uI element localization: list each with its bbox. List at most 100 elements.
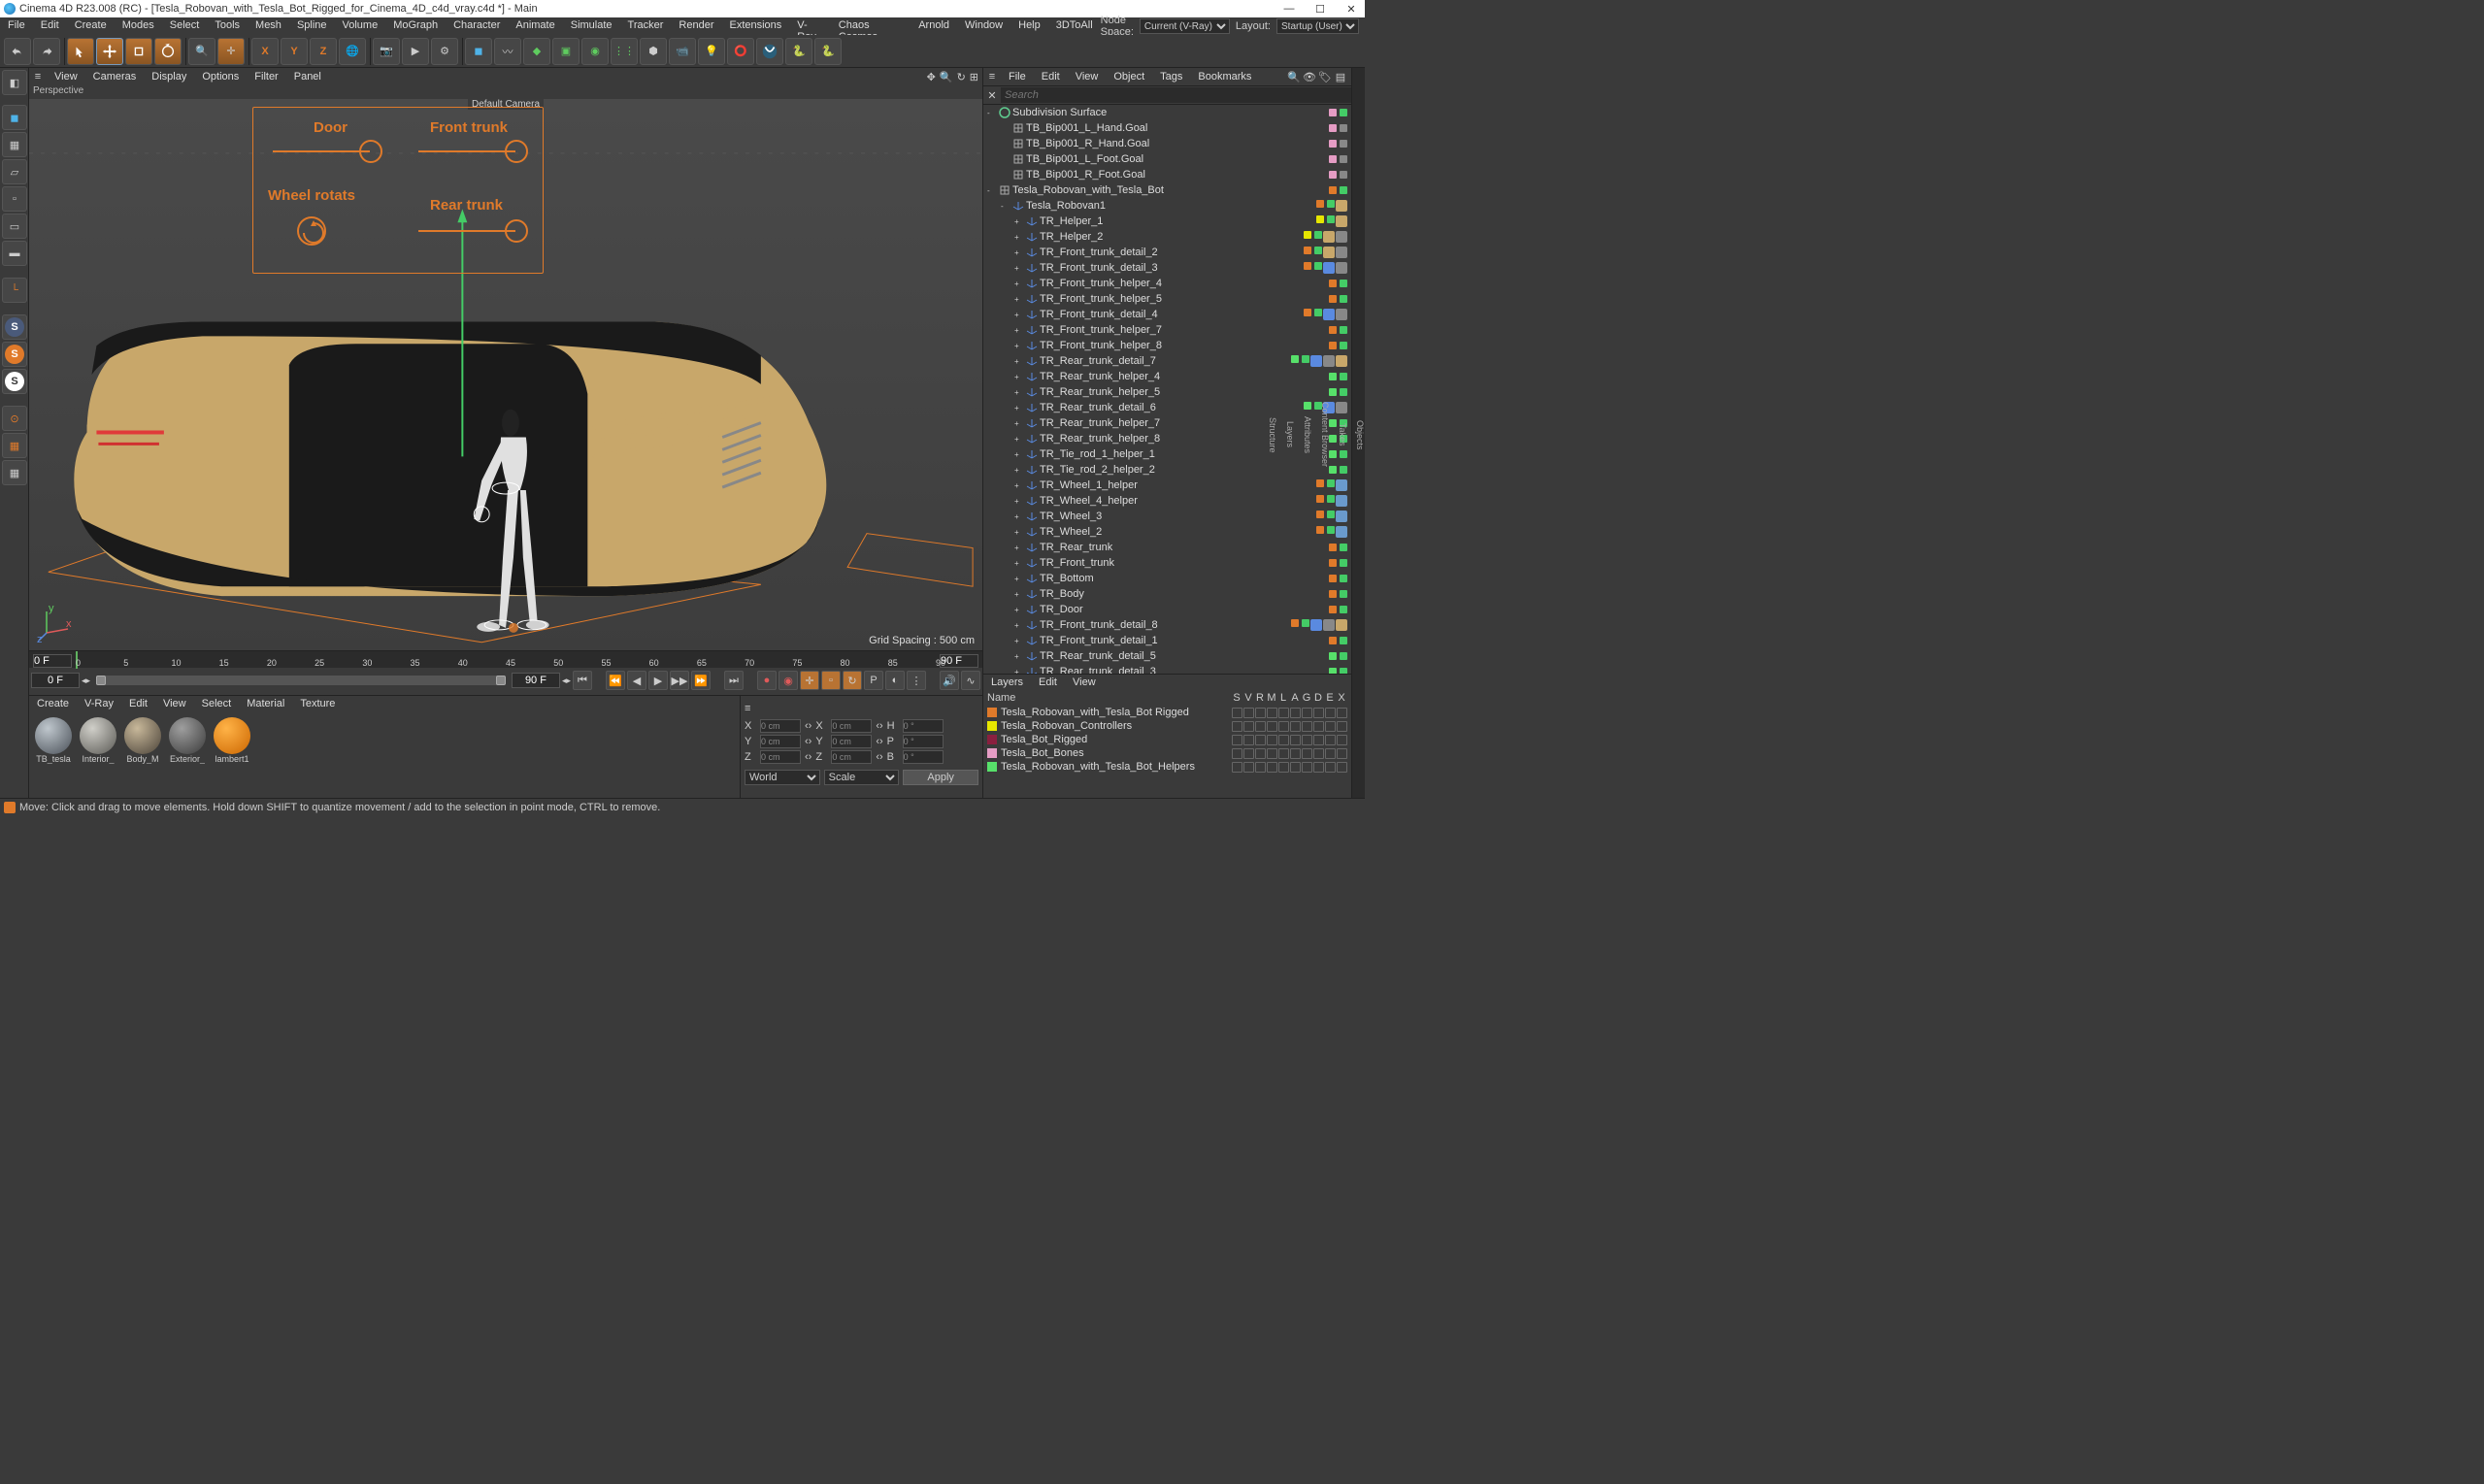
expand-toggle[interactable]: + xyxy=(1014,419,1024,428)
edges-mode-button[interactable]: ▭ xyxy=(2,214,27,239)
rotate-button[interactable] xyxy=(154,38,182,65)
expand-toggle[interactable]: - xyxy=(987,109,997,117)
script-button[interactable]: 🐍 xyxy=(785,38,812,65)
key-scale-button[interactable]: ▫ xyxy=(821,671,841,690)
viewport-menu-icon[interactable]: ≡ xyxy=(29,71,47,82)
object-TR_Helper_1[interactable]: +TR_Helper_1 xyxy=(983,214,1351,229)
expand-toggle[interactable]: + xyxy=(1014,544,1024,552)
polygons-mode-button[interactable]: ▬ xyxy=(2,241,27,266)
layer-dot[interactable] xyxy=(1329,544,1337,551)
object-TR_Rear_trunk[interactable]: +TR_Rear_trunk xyxy=(983,540,1351,555)
object-TR_Rear_trunk_detail_7[interactable]: +TR_Rear_trunk_detail_7 xyxy=(983,353,1351,369)
layer-color-swatch[interactable] xyxy=(987,735,997,744)
object-TR_Rear_trunk_helper_7[interactable]: +TR_Rear_trunk_helper_7 xyxy=(983,415,1351,431)
object-TR_Front_trunk_helper_7[interactable]: +TR_Front_trunk_helper_7 xyxy=(983,322,1351,338)
menu-render[interactable]: Render xyxy=(671,17,721,35)
layer-dot[interactable] xyxy=(1329,295,1337,303)
minimize-button[interactable]: — xyxy=(1279,3,1299,16)
menu-spline[interactable]: Spline xyxy=(289,17,335,35)
goto-end-button[interactable]: ⏭ xyxy=(724,671,744,690)
layer-dot[interactable] xyxy=(1329,590,1337,598)
layer-toggle[interactable] xyxy=(1255,748,1266,759)
layer-toggle[interactable] xyxy=(1255,735,1266,745)
menu-animate[interactable]: Animate xyxy=(508,17,562,35)
expand-toggle[interactable]: + xyxy=(1014,497,1024,506)
field-button[interactable]: ◉ xyxy=(581,38,609,65)
light-button[interactable]: 💡 xyxy=(698,38,725,65)
y-axis-button[interactable]: Y xyxy=(281,38,308,65)
workplane2-button[interactable]: ▦ xyxy=(2,433,27,458)
key-param-button[interactable]: P xyxy=(864,671,883,690)
object-TR_Wheel_3[interactable]: +TR_Wheel_3 xyxy=(983,509,1351,524)
layer-dot[interactable] xyxy=(1329,186,1337,194)
mat-menu-create[interactable]: Create xyxy=(29,696,77,713)
material-Interior_[interactable]: Interior_ xyxy=(78,717,118,794)
layers-menu-view[interactable]: View xyxy=(1065,675,1104,692)
key-rot-button[interactable]: ↻ xyxy=(843,671,862,690)
menu-mesh[interactable]: Mesh xyxy=(248,17,289,35)
om-menu-edit[interactable]: Edit xyxy=(1034,69,1068,84)
expand-toggle[interactable]: + xyxy=(1014,559,1024,568)
make-editable-button[interactable]: ◧ xyxy=(2,70,27,95)
scene-button[interactable]: ⭕ xyxy=(727,38,754,65)
x-axis-button[interactable]: X xyxy=(251,38,279,65)
expand-toggle[interactable]: + xyxy=(1014,326,1024,335)
magnet-button[interactable]: ⊙ xyxy=(2,406,27,431)
object-TR_Rear_trunk_detail_6[interactable]: +TR_Rear_trunk_detail_6 xyxy=(983,400,1351,415)
deformer-button[interactable]: ▣ xyxy=(552,38,580,65)
menu-simulate[interactable]: Simulate xyxy=(563,17,620,35)
menu-extensions[interactable]: Extensions xyxy=(721,17,789,35)
mat-menu-v-ray[interactable]: V-Ray xyxy=(77,696,121,713)
object-TR_Rear_trunk_detail_3[interactable]: +TR_Rear_trunk_detail_3 xyxy=(983,664,1351,674)
menu-modes[interactable]: Modes xyxy=(115,17,162,35)
menu-create[interactable]: Create xyxy=(67,17,115,35)
rp-menu-icon[interactable]: ≡ xyxy=(983,71,1001,82)
om-menu-bookmarks[interactable]: Bookmarks xyxy=(1190,69,1259,84)
pos-y-input[interactable] xyxy=(760,735,801,748)
layer-Tesla_Bot_Rigged[interactable]: Tesla_Bot_Rigged xyxy=(983,733,1351,746)
expand-toggle[interactable]: + xyxy=(1014,233,1024,242)
prev-frame-button[interactable]: ◀ xyxy=(627,671,646,690)
layer-toggle[interactable] xyxy=(1255,721,1266,732)
coord-scale-select[interactable]: Scale xyxy=(824,770,900,785)
key-pla-button[interactable]: ◐ xyxy=(885,671,905,690)
layer-toggle[interactable] xyxy=(1255,762,1266,773)
coord-world-select[interactable]: World xyxy=(745,770,820,785)
object-TR_Wheel_1_helper[interactable]: +TR_Wheel_1_helper xyxy=(983,478,1351,493)
expand-toggle[interactable]: + xyxy=(1014,373,1024,381)
layer-dot[interactable] xyxy=(1329,280,1337,287)
z-axis-button[interactable]: Z xyxy=(310,38,337,65)
object-tree[interactable]: -Subdivision SurfaceTB_Bip001_L_Hand.Goa… xyxy=(983,105,1351,674)
tab-attributes[interactable]: Attributes xyxy=(1303,72,1312,798)
object-TR_Front_trunk[interactable]: +TR_Front_trunk xyxy=(983,555,1351,571)
object-Subdivision Surface[interactable]: -Subdivision Surface xyxy=(983,105,1351,120)
coord-apply-button[interactable]: Apply xyxy=(903,770,978,785)
layer-dot[interactable] xyxy=(1329,435,1337,443)
redo-button[interactable] xyxy=(33,38,60,65)
material-Exterior_[interactable]: Exterior_ xyxy=(167,717,208,794)
autokey-button[interactable]: ◉ xyxy=(778,671,798,690)
rot-p-input[interactable] xyxy=(903,735,944,748)
menu-v-ray[interactable]: V-Ray xyxy=(789,17,830,35)
vp-move-icon[interactable]: ✥ xyxy=(927,71,936,83)
expand-toggle[interactable]: + xyxy=(1014,295,1024,304)
expand-toggle[interactable]: + xyxy=(1014,606,1024,614)
mat-menu-texture[interactable]: Texture xyxy=(292,696,343,713)
next-frame-button[interactable]: ▶▶ xyxy=(670,671,689,690)
generator-button[interactable]: ◆ xyxy=(523,38,550,65)
range-slider[interactable] xyxy=(96,676,506,685)
menu-tools[interactable]: Tools xyxy=(207,17,248,35)
play-button[interactable]: ▶ xyxy=(648,671,668,690)
object-Tesla_Robovan1[interactable]: -Tesla_Robovan1 xyxy=(983,198,1351,214)
script2-button[interactable]: 🐍 xyxy=(814,38,842,65)
object-TR_Front_trunk_detail_3[interactable]: +TR_Front_trunk_detail_3 xyxy=(983,260,1351,276)
expand-toggle[interactable]: + xyxy=(1014,264,1024,273)
expand-toggle[interactable]: + xyxy=(1014,248,1024,257)
world-axis-button[interactable]: 🌐 xyxy=(339,38,366,65)
layer-dot[interactable] xyxy=(1329,652,1337,660)
layer-dot[interactable] xyxy=(1329,326,1337,334)
key-pos-button[interactable]: ✛ xyxy=(800,671,819,690)
frame-start-input[interactable] xyxy=(33,654,72,668)
layer-dot[interactable] xyxy=(1329,109,1337,116)
pos-x-input[interactable] xyxy=(760,719,801,733)
